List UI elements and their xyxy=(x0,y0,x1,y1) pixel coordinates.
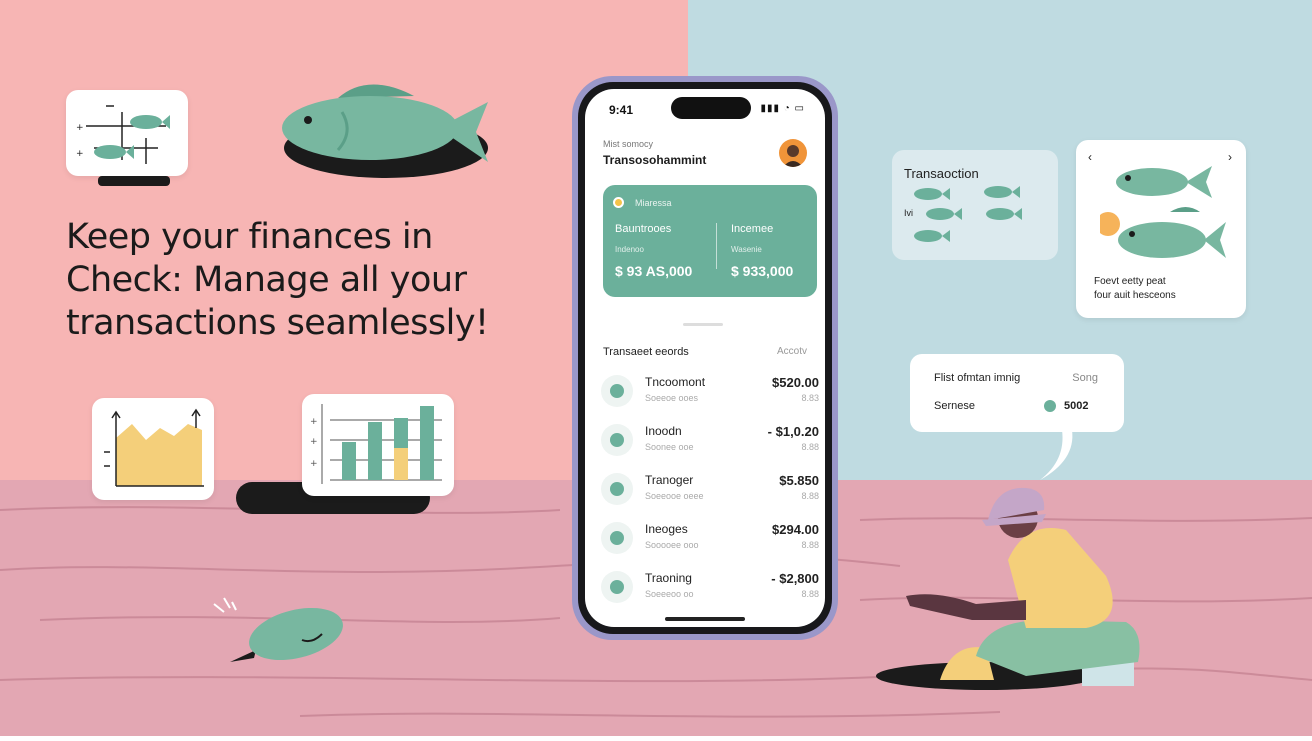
svg-text:+: + xyxy=(76,149,84,159)
transaction-name: Inoodn xyxy=(645,424,682,438)
big-fish-illustration xyxy=(282,84,488,178)
transaction-name: Ineoges xyxy=(645,522,688,536)
transaction-sub: Soeeooe oeee xyxy=(645,491,704,501)
status-time: 9:41 xyxy=(609,103,634,117)
headline: Keep your finances in Check: Manage all … xyxy=(66,217,489,343)
transaction-sub: Sooooee ooo xyxy=(645,540,699,550)
transaction-icon xyxy=(601,375,633,407)
dynamic-island xyxy=(671,97,751,119)
chip-row2-left: Sernese xyxy=(934,400,975,412)
info-chip: Flist ofmtan imnig Song Sernese 5002 xyxy=(910,354,1124,432)
status-dot-icon xyxy=(1044,400,1056,412)
balance-dot-icon xyxy=(613,197,624,208)
transaction-name: Traoning xyxy=(645,571,692,585)
balance-divider xyxy=(716,223,717,269)
transaction-row[interactable]: Inoodn Soonee ooe - $1,0.20 8.88 xyxy=(601,420,819,460)
transaction-amount-sub: 8.88 xyxy=(801,589,819,599)
balance-right-amount: $ 933,000 xyxy=(731,263,794,279)
transaction-fish-card: Transaoction Ivi xyxy=(892,150,1058,260)
sheet-handle[interactable] xyxy=(683,323,723,326)
svg-text:+: + xyxy=(76,123,84,133)
chip-row2-right: 5002 xyxy=(1064,400,1089,412)
bar-chart-card: + + + xyxy=(302,394,454,496)
balance-right-label: Incemee xyxy=(731,223,774,235)
transaction-amount-sub: 8.88 xyxy=(801,442,819,452)
transaction-amount-sub: 8.83 xyxy=(801,393,819,403)
transaction-row[interactable]: Tranoger Soeeooe oeee $5.850 8.88 xyxy=(601,469,819,509)
balance-left-label: Bauntrooes xyxy=(615,223,672,235)
area-chart-card xyxy=(92,398,214,500)
transaction-amount-sub: 8.88 xyxy=(801,491,819,501)
transaction-sub: Soeeoe ooes xyxy=(645,393,699,403)
transaction-sub: Soonee ooe xyxy=(645,442,694,452)
home-indicator[interactable] xyxy=(665,617,745,621)
fish-info-line2: four auit hesceons xyxy=(1094,290,1176,301)
chip-row1-right: Song xyxy=(1072,372,1098,384)
app-title: Transosohammint xyxy=(603,153,707,167)
transaction-card-title: Transaoction xyxy=(904,166,979,181)
bar-chart-illustration: + + + xyxy=(310,404,442,484)
transaction-amount: - $2,800 xyxy=(771,571,819,586)
transaction-icon xyxy=(601,473,633,505)
balance-left-amount: $ 93 AS,000 xyxy=(615,263,693,279)
section-action-link[interactable]: Accotv xyxy=(777,346,807,357)
small-fish-illustration xyxy=(213,597,343,662)
transaction-icon xyxy=(601,522,633,554)
app-subtitle: Mist somocy xyxy=(603,139,654,149)
section-title: Transaeet eeords xyxy=(603,346,689,358)
transaction-name: Tncoomont xyxy=(645,375,706,389)
transaction-icon xyxy=(601,424,633,456)
transaction-amount: $5.850 xyxy=(779,473,819,488)
chip-row1-left: Flist ofmtan imnig xyxy=(934,372,1021,384)
fish-chart-card: + + xyxy=(66,90,188,176)
sitting-person-illustration xyxy=(876,487,1140,690)
transaction-amount: $294.00 xyxy=(772,522,819,537)
card-shadow xyxy=(98,176,170,186)
speech-tail xyxy=(1040,430,1073,480)
fish-info-card: ‹ › Foevt eetty peat four auit hesceons xyxy=(1076,140,1246,318)
area-chart-illustration xyxy=(104,408,204,487)
svg-text:+: + xyxy=(310,437,318,447)
transaction-icon xyxy=(601,571,633,603)
transaction-name: Tranoger xyxy=(645,473,694,487)
transaction-row[interactable]: Traoning Soeeeoo oo - $2,800 8.88 xyxy=(601,567,819,607)
balance-left-sub: Indenoo xyxy=(615,245,644,254)
transaction-sub: Soeeeoo oo xyxy=(645,589,694,599)
transaction-amount: - $1,0.20 xyxy=(767,424,819,439)
fish-info-line1: Foevt eetty peat xyxy=(1094,276,1166,287)
svg-text:+: + xyxy=(310,459,318,469)
svg-text:+: + xyxy=(310,417,318,427)
balance-card[interactable]: Miaressa Bauntrooes Indenoo $ 93 AS,000 … xyxy=(603,185,817,297)
balance-top-label: Miaressa xyxy=(635,198,672,208)
status-icons: ▮▮▮ ◔ ▭ xyxy=(760,103,805,114)
phone-screen: 9:41 ▮▮▮ ◔ ▭ Mist somocy Transosohammint… xyxy=(585,89,825,627)
transaction-amount: $520.00 xyxy=(772,375,819,390)
phone-frame: 9:41 ▮▮▮ ◔ ▭ Mist somocy Transosohammint… xyxy=(572,76,838,640)
transaction-row[interactable]: Ineoges Sooooee ooo $294.00 8.88 xyxy=(601,518,819,558)
fish-chart-illustration: + + xyxy=(76,105,170,164)
chevron-left-icon[interactable]: ‹ xyxy=(1088,150,1092,164)
fish-pair-illustration xyxy=(1100,166,1226,258)
balance-right-sub: Wasenie xyxy=(731,245,762,254)
fish-school-illustration xyxy=(914,186,1022,242)
transaction-row[interactable]: Tncoomont Soeeoe ooes $520.00 8.83 xyxy=(601,371,819,411)
transaction-amount-sub: 8.88 xyxy=(801,540,819,550)
avatar[interactable] xyxy=(779,139,807,167)
